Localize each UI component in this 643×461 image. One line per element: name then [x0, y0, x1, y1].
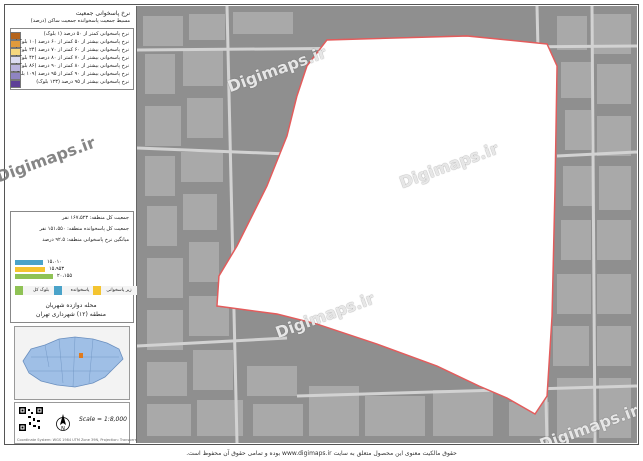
map-info-box: N Scale = 1:8,000 Coordinate System: WGS… — [14, 402, 155, 444]
legend-class-item: نرخ پاسخوانی بیشتر از ۸۰ کمتر از ۹۰ درصد… — [15, 63, 129, 69]
locator-map — [14, 326, 130, 400]
copyright-footer: حقوق مالکیت معنوی این محصول متعلق به سای… — [186, 450, 457, 457]
legend-class-item: نرخ پاسخوانی بیشتر از ۹۰ کمتر از ۹۵ درصد… — [13, 71, 129, 77]
legend-class-item: نرخ پاسخوانی بیشتر از ۹۵ درصد (۱۲۳ بلوک) — [36, 79, 129, 85]
legend-swatch — [10, 71, 21, 80]
legend-class-item: نرخ پاسخوانی بیشتر از ۷۰ کمتر از ۸۰ درصد… — [15, 55, 129, 61]
region-title: محله دوازده شهریان — [45, 302, 97, 309]
stat-responded-pop: جمعیت کل پاسخوانده منطقه: ۱۵۱،۵۵۰ نفر — [39, 226, 129, 232]
stat-bar-value: ۱۵،۹۵۳ — [49, 266, 65, 272]
svg-text:N: N — [61, 426, 65, 432]
stat-category-chip: بلوک کل — [15, 286, 59, 295]
stat-category-chip: پاسخوانده — [54, 286, 98, 295]
qr-code — [19, 407, 43, 431]
stat-bar — [15, 260, 43, 265]
stat-bar — [15, 274, 53, 279]
stat-total-pop: جمعیت کل منطقه: ۱۶۷،۵۲۳ نفر — [62, 215, 129, 221]
stat-avg-rate: میانگین نرخ پاسخوانی منطقه: ۹۲.۵ درصد — [42, 237, 129, 243]
legend-subtitle: مسیط جمعیت پاسخوانده جمعیت ساکن (درصد) — [30, 18, 130, 24]
main-map[interactable]: Digimaps.ir Digimaps.ir Digimaps.ir Digi… — [137, 6, 637, 443]
legend-class-item: نرخ پاسخوانی بیشتر از ۵۰ کمتر از ۶۰ درصد… — [15, 39, 129, 45]
legend-classes-box: نرخ پاسخوانی کمتر از ۵۰ درصد (۱ بلوک) نرخ… — [10, 28, 134, 90]
projection-credit: Coordinate System: WGS 1984 UTM Zone 39N… — [17, 438, 156, 442]
stat-bar-value: ۲۰،۱۵۵ — [57, 273, 73, 279]
north-arrow-icon: N — [55, 413, 71, 433]
legend-swatch — [10, 79, 21, 88]
legend-class-item: نرخ پاسخوانی بیشتر از ۶۰ کمتر از ۷۰ درصد… — [15, 47, 129, 53]
legend-class-item: نرخ پاسخوانی کمتر از ۵۰ درصد (۱ بلوک) — [43, 31, 129, 37]
stat-bar-value: ۱۵،۰۱۰ — [47, 259, 63, 265]
legend-title: نرخ پاسخوانی جمعیت — [75, 10, 130, 17]
map-canvas — [137, 6, 637, 443]
stat-category-chip: زیر پاسخوانی — [93, 286, 137, 295]
scale-label: Scale = 1:8,000 — [79, 416, 127, 423]
legend-panel: نرخ پاسخوانی جمعیت مسیط جمعیت پاسخوانده … — [6, 6, 155, 444]
region-subtitle: منطقه (۱۲) شهرداری تهران — [36, 311, 106, 318]
stat-bar — [15, 267, 45, 272]
